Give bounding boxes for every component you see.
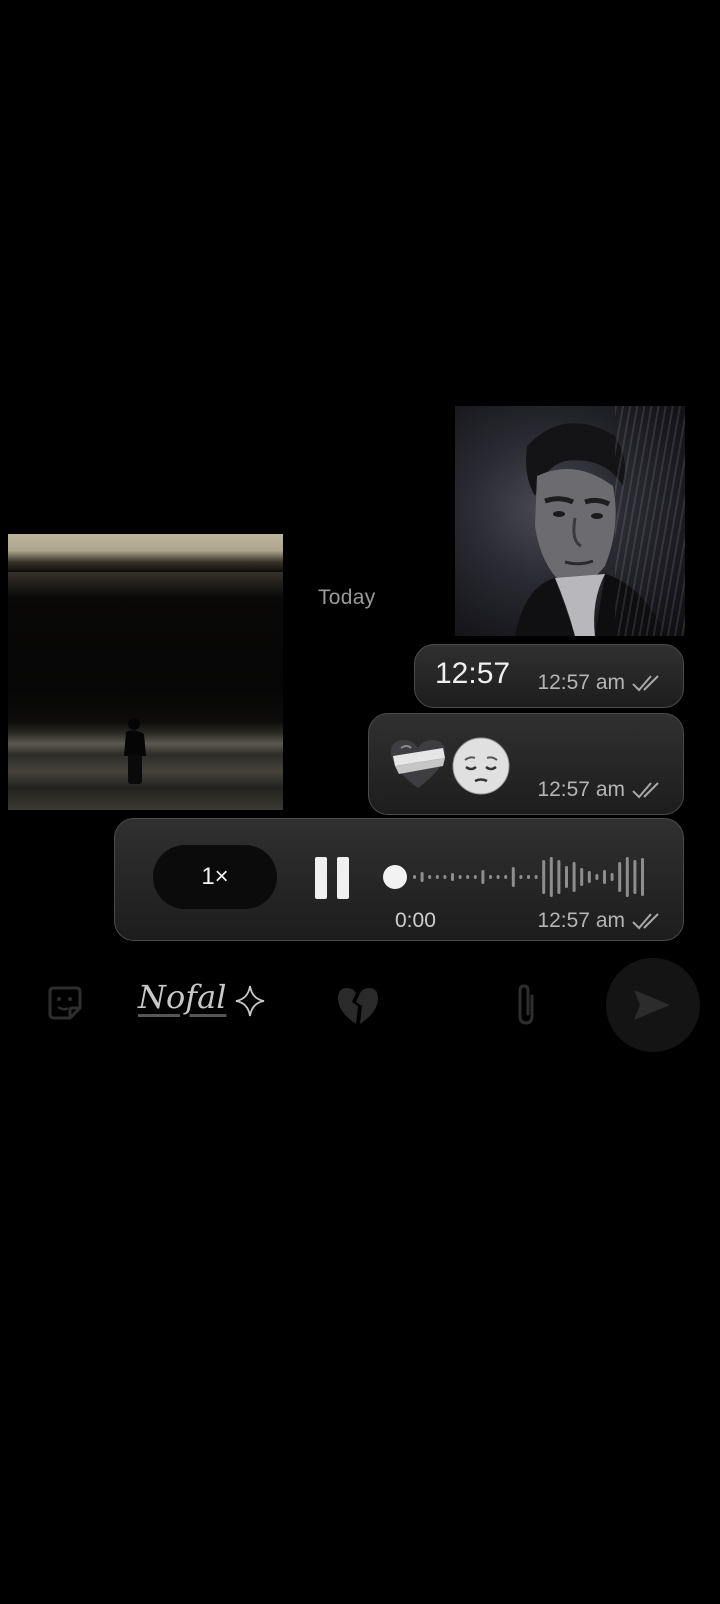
waveform-bar <box>435 875 439 879</box>
message-time: 12:57 am <box>537 778 625 801</box>
waveform-bar <box>633 860 637 894</box>
double-check-icon <box>632 675 659 692</box>
rain-overlay <box>615 406 685 636</box>
message-composer[interactable]: Nofal <box>30 960 590 1050</box>
voice-message-bubble: 1× 0:00 12:57 am <box>114 818 684 941</box>
waveform-bar <box>603 870 606 884</box>
waveform-bar <box>443 875 447 879</box>
double-check-icon <box>632 913 659 930</box>
mending-heart-emoji <box>391 740 445 788</box>
attach-icon[interactable] <box>512 982 540 1026</box>
pause-bar-right <box>337 857 349 899</box>
waveform-bar <box>473 875 477 879</box>
pause-button[interactable] <box>315 857 355 899</box>
waveform-bar <box>625 857 629 897</box>
silhouette-figure <box>124 718 146 784</box>
sticker-icon[interactable] <box>44 982 86 1024</box>
waveform-bar <box>451 873 454 881</box>
waveform-bar <box>534 875 538 879</box>
send-button[interactable] <box>606 958 700 1052</box>
waveform-bar <box>519 875 523 879</box>
waveform-bar <box>572 862 576 892</box>
message-time: 12:57 am <box>537 909 625 932</box>
waveform-bar <box>496 875 500 879</box>
waveform-bar <box>458 875 462 879</box>
date-separator: Today <box>318 586 376 609</box>
message-meta: 12:57 am <box>537 909 665 933</box>
waveform-bar <box>413 875 416 879</box>
waveform-bar <box>618 862 622 892</box>
sparkle-icon <box>235 985 265 1017</box>
waveform-bar <box>549 857 553 897</box>
waveform-bar <box>580 868 584 886</box>
waveform-bar <box>466 875 470 879</box>
wave-shade <box>8 572 283 598</box>
double-check-icon <box>632 782 659 799</box>
waveform-bar <box>557 860 561 894</box>
message-text: 12:57 <box>435 657 511 690</box>
waveform-bar <box>595 874 599 880</box>
pensive-face-emoji <box>452 737 510 795</box>
waveform-bar <box>504 875 508 879</box>
broken-heart-icon <box>338 988 378 1024</box>
waveform-bar <box>527 875 530 879</box>
waveform-bar <box>565 866 568 888</box>
waveform-bar <box>587 871 591 883</box>
waveform-bar <box>641 858 644 896</box>
beach-image[interactable] <box>8 534 283 810</box>
playback-position-knob[interactable] <box>383 865 407 889</box>
waveform-bar <box>511 867 515 887</box>
waveform-bar <box>481 870 485 884</box>
message-meta: 12:57 am <box>537 778 665 802</box>
send-icon <box>634 990 670 1020</box>
waveform-bar <box>542 860 546 894</box>
waveform-bar <box>420 872 424 882</box>
waveform-bar <box>489 875 492 879</box>
emoji-message-bubble[interactable]: 12:57 am <box>368 713 684 815</box>
portrait-image[interactable] <box>455 406 685 636</box>
voice-duration: 0:00 <box>395 909 436 932</box>
pause-bar-left <box>315 857 327 899</box>
waveform-bar <box>610 873 614 881</box>
voice-waveform[interactable] <box>383 849 653 905</box>
message-meta: 12:57 am <box>537 671 665 695</box>
message-input[interactable]: Nofal <box>138 978 226 1016</box>
playback-speed-button[interactable]: 1× <box>153 845 277 909</box>
waveform-bar <box>428 875 432 879</box>
text-message-bubble[interactable]: 12:57 12:57 am <box>414 644 684 708</box>
message-time: 12:57 am <box>537 671 625 694</box>
